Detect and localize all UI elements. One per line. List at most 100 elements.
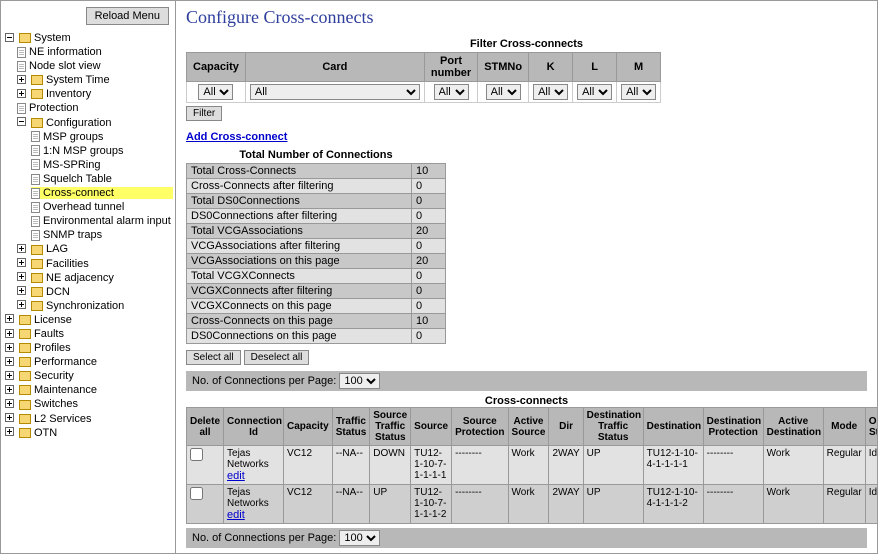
- toggle-icon[interactable]: [17, 75, 28, 86]
- tree-item[interactable]: 1:N MSP groups: [43, 145, 124, 157]
- source-traffic-status: UP: [370, 485, 411, 524]
- tree-item[interactable]: Inventory: [46, 88, 91, 100]
- toggle-icon[interactable]: [5, 357, 16, 368]
- folder-icon: [19, 357, 31, 367]
- tree-item[interactable]: Faults: [34, 328, 64, 340]
- stats-table: Total Cross-Connects10Cross-Connects aft…: [186, 163, 446, 344]
- toggle-icon[interactable]: [5, 329, 16, 340]
- add-cross-connect-link-top[interactable]: Add Cross-connect: [186, 131, 287, 143]
- tree-item[interactable]: MSP groups: [43, 131, 103, 143]
- edit-link[interactable]: edit: [227, 470, 245, 482]
- xc-header: Dir: [549, 408, 583, 446]
- stat-label: Cross-Connects on this page: [187, 314, 412, 329]
- tree-item[interactable]: Synchronization: [46, 300, 124, 312]
- stat-value: 20: [412, 224, 446, 239]
- stat-value: 0: [412, 269, 446, 284]
- reload-menu-button[interactable]: Reload Menu: [86, 7, 169, 25]
- perpage-label: No. of Connections per Page:: [192, 375, 336, 387]
- stat-label: VCGXConnects after filtering: [187, 284, 412, 299]
- filter-select[interactable]: All: [250, 84, 420, 100]
- tree-item[interactable]: Maintenance: [34, 384, 97, 396]
- tree-item-system[interactable]: System: [34, 32, 71, 44]
- tree-item[interactable]: Facilities: [46, 258, 89, 270]
- toggle-icon[interactable]: [17, 244, 28, 255]
- tree-item[interactable]: NE adjacency: [46, 272, 114, 284]
- tree-item[interactable]: SNMP traps: [43, 229, 102, 241]
- cross-connects-table: Delete allConnection IdCapacityTraffic S…: [186, 407, 877, 524]
- tree-item[interactable]: Overhead tunnel: [43, 201, 124, 213]
- stat-value: 0: [412, 284, 446, 299]
- filter-select[interactable]: All: [486, 84, 521, 100]
- row-delete-checkbox[interactable]: [190, 448, 203, 461]
- toggle-icon[interactable]: [5, 371, 16, 382]
- toggle-icon[interactable]: [5, 413, 16, 424]
- tree-item[interactable]: System Time: [46, 74, 110, 86]
- page-icon: [31, 230, 40, 241]
- tree-item[interactable]: Node slot view: [29, 60, 101, 72]
- folder-icon: [31, 287, 43, 297]
- filter-select[interactable]: All: [577, 84, 612, 100]
- row-delete-checkbox[interactable]: [190, 487, 203, 500]
- toggle-icon[interactable]: [17, 286, 28, 297]
- tree-item[interactable]: NE information: [29, 46, 102, 58]
- filter-button[interactable]: Filter: [186, 106, 222, 121]
- folder-icon: [31, 301, 43, 311]
- deselect-all-button[interactable]: Deselect all: [244, 350, 310, 365]
- tree-item[interactable]: Cross-connect: [43, 187, 114, 199]
- stat-value: 0: [412, 299, 446, 314]
- toggle-icon[interactable]: [17, 258, 28, 269]
- toggle-icon[interactable]: [17, 89, 28, 100]
- tree-item[interactable]: MS-SPRing: [43, 159, 100, 171]
- tree-item[interactable]: Performance: [34, 356, 97, 368]
- tree-item[interactable]: Configuration: [46, 117, 111, 129]
- filter-table: CapacityCardPort numberSTMNoKLM AllAllAl…: [186, 52, 661, 103]
- perpage-select-bottom[interactable]: 100: [339, 530, 380, 546]
- tree-item[interactable]: Environmental alarm input: [43, 215, 171, 227]
- tree-item[interactable]: Security: [34, 370, 74, 382]
- xc-header: Delete all: [187, 408, 224, 446]
- select-all-button[interactable]: Select all: [186, 350, 241, 365]
- tree-item[interactable]: OTN: [34, 427, 57, 439]
- toggle-icon[interactable]: [5, 385, 16, 396]
- folder-icon: [19, 400, 31, 410]
- stat-label: Total Cross-Connects: [187, 164, 412, 179]
- filter-select[interactable]: All: [198, 84, 233, 100]
- tree-item[interactable]: DCN: [46, 286, 70, 298]
- tree-item[interactable]: LAG: [46, 244, 68, 256]
- toggle-icon[interactable]: [17, 272, 28, 283]
- tree-item[interactable]: License: [34, 314, 72, 326]
- tree-item[interactable]: Protection: [29, 103, 79, 115]
- toggle-icon[interactable]: [5, 343, 16, 354]
- toggle-icon[interactable]: [5, 399, 16, 410]
- page-title: Configure Cross-connects: [186, 7, 867, 28]
- filter-select[interactable]: All: [533, 84, 568, 100]
- edit-link[interactable]: edit: [227, 509, 245, 521]
- tree-item[interactable]: L2 Services: [34, 413, 91, 425]
- filter-select[interactable]: All: [434, 84, 469, 100]
- toggle-icon[interactable]: [17, 117, 28, 128]
- page-icon: [31, 159, 40, 170]
- folder-icon: [19, 329, 31, 339]
- tree-item[interactable]: Profiles: [34, 342, 71, 354]
- stat-label: Total DS0Connections: [187, 194, 412, 209]
- page-icon: [31, 145, 40, 156]
- xc-header: Traffic Status: [332, 408, 370, 446]
- toggle-icon[interactable]: [17, 300, 28, 311]
- stat-value: 10: [412, 164, 446, 179]
- perpage-select-top[interactable]: 100: [339, 373, 380, 389]
- filter-select[interactable]: All: [621, 84, 656, 100]
- stat-label: VCGXConnects on this page: [187, 299, 412, 314]
- toggle-icon[interactable]: [5, 314, 16, 325]
- tree-item[interactable]: Squelch Table: [43, 173, 112, 185]
- toggle-icon[interactable]: [5, 33, 16, 44]
- capacity: VC12: [284, 446, 333, 485]
- traffic-status: --NA--: [332, 446, 370, 485]
- xc-header: Destination: [643, 408, 703, 446]
- destination-traffic-status: UP: [583, 446, 643, 485]
- xc-header: Active Source: [508, 408, 549, 446]
- active-source: Work: [508, 485, 549, 524]
- folder-icon: [31, 245, 43, 255]
- tree-item[interactable]: Switches: [34, 399, 78, 411]
- source-protection: --------: [452, 446, 508, 485]
- toggle-icon[interactable]: [5, 427, 16, 438]
